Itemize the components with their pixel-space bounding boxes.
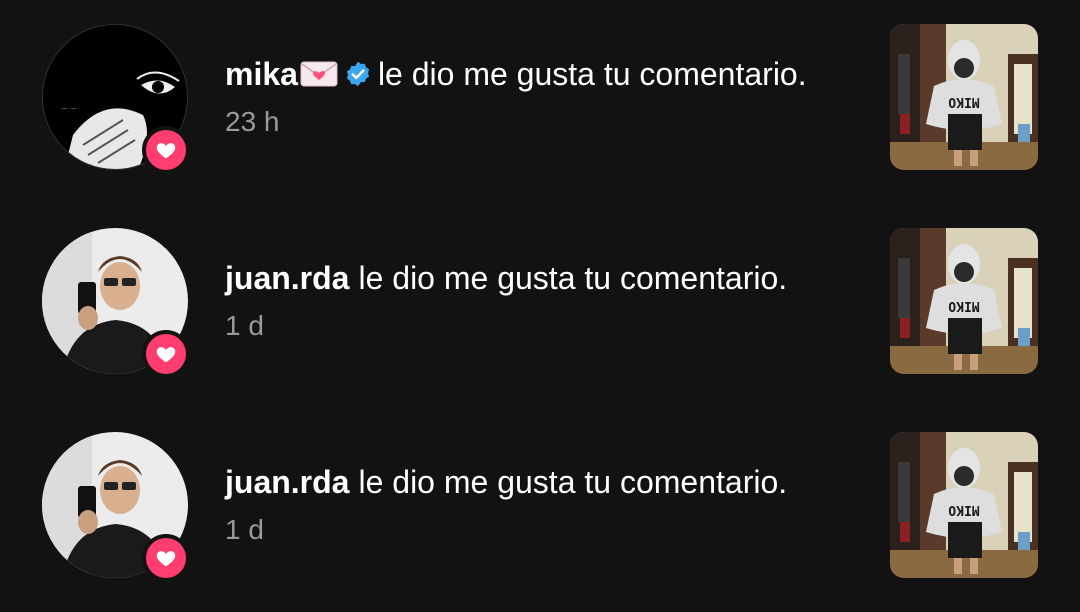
action-text: le dio me gusta tu comentario. [377, 56, 807, 92]
avatar[interactable] [42, 432, 190, 582]
like-badge [142, 126, 190, 174]
action-text: le dio me gusta tu comentario. [358, 260, 788, 296]
notification-text: juan.rda le dio me gusta tu comentario. … [225, 460, 865, 546]
notification-row[interactable]: mika le dio me gusta tu comentario. 23 h [0, 24, 1080, 174]
username-link[interactable]: juan.rda [225, 460, 349, 504]
avatar[interactable] [42, 228, 190, 378]
notification-line: juan.rda le dio me gusta tu comentario. [225, 460, 865, 504]
action-text: le dio me gusta tu comentario. [358, 464, 788, 500]
notification-text: mika le dio me gusta tu comentario. 23 h [225, 52, 865, 138]
timestamp: 23 h [225, 106, 280, 137]
post-thumbnail[interactable] [890, 228, 1038, 374]
heart-icon [155, 547, 177, 569]
love-letter-icon [300, 61, 338, 87]
heart-icon [155, 343, 177, 365]
verified-badge-icon [346, 61, 370, 87]
notification-text: juan.rda le dio me gusta tu comentario. … [225, 256, 865, 342]
timestamp: 1 d [225, 310, 264, 341]
post-thumbnail[interactable] [890, 432, 1038, 578]
hoodie-photo-thumbnail [890, 228, 1038, 374]
like-badge [142, 330, 190, 378]
username-link[interactable]: juan.rda [225, 256, 349, 300]
post-thumbnail[interactable] [890, 24, 1038, 170]
notification-row[interactable]: juan.rda le dio me gusta tu comentario. … [0, 432, 1080, 582]
hoodie-photo-thumbnail [890, 432, 1038, 578]
username-link[interactable]: mika [225, 52, 298, 96]
notification-line: juan.rda le dio me gusta tu comentario. [225, 256, 865, 300]
hoodie-photo-thumbnail [890, 24, 1038, 170]
timestamp: 1 d [225, 514, 264, 545]
like-badge [142, 534, 190, 582]
heart-icon [155, 139, 177, 161]
notification-row[interactable]: juan.rda le dio me gusta tu comentario. … [0, 228, 1080, 378]
avatar[interactable] [42, 24, 190, 174]
notification-list: mika le dio me gusta tu comentario. 23 h [0, 0, 1080, 612]
notification-line: mika le dio me gusta tu comentario. [225, 52, 865, 96]
